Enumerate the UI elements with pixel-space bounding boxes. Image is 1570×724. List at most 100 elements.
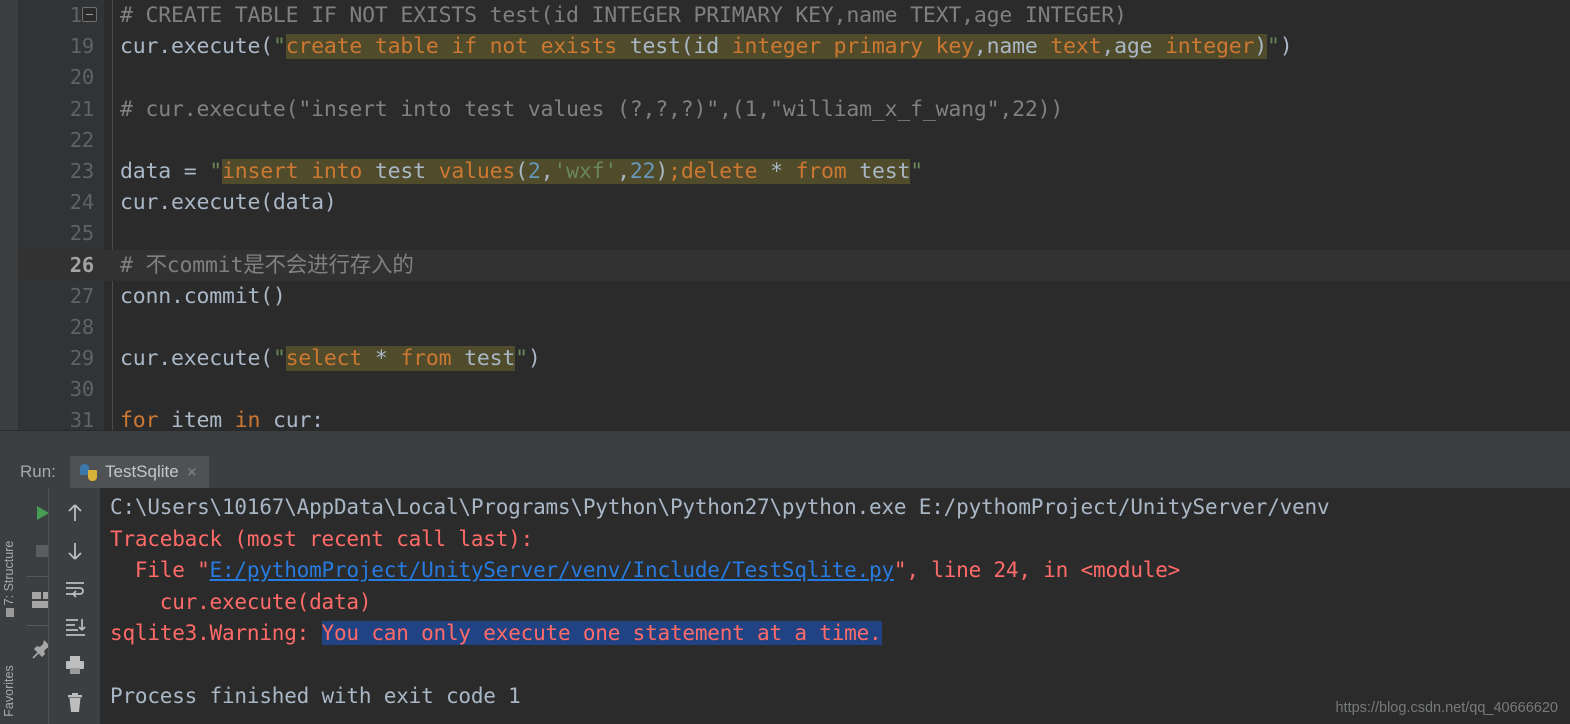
code-token: integer primary key bbox=[731, 34, 974, 60]
console-text: File " bbox=[110, 558, 210, 582]
code-token: " bbox=[910, 158, 924, 184]
code-line[interactable]: data = "insert into test values(2,'wxf',… bbox=[104, 156, 1570, 187]
line-number: 21 bbox=[69, 96, 94, 121]
code-token: data = bbox=[120, 158, 210, 184]
code-line[interactable]: # cur.execute("insert into test values (… bbox=[104, 94, 1570, 125]
console-line: sqlite3.Warning: You can only execute on… bbox=[100, 618, 1570, 650]
code-token: ,name bbox=[973, 34, 1051, 60]
code-token: values bbox=[438, 158, 516, 184]
code-line[interactable]: cur.execute("create table if not exists … bbox=[104, 31, 1570, 62]
tab-label: TestSqlite bbox=[105, 462, 179, 481]
code-token: ) bbox=[1279, 34, 1293, 60]
code-token: cur.execute( bbox=[120, 34, 273, 60]
run-window-label: Run: bbox=[20, 462, 56, 481]
code-token: cur.execute(data) bbox=[120, 190, 337, 216]
code-line[interactable]: # CREATE TABLE IF NOT EXISTS test(id INT… bbox=[104, 0, 1570, 31]
scroll-to-end-button[interactable] bbox=[58, 610, 92, 644]
code-token: select bbox=[285, 346, 375, 372]
editor-left-strip bbox=[0, 0, 18, 430]
code-token: * bbox=[374, 346, 401, 372]
console-text: Process finished with exit code 1 bbox=[110, 684, 521, 708]
structure-label: 7: Structure bbox=[2, 540, 16, 606]
code-line[interactable]: conn.commit() bbox=[104, 281, 1570, 312]
code-token: test bbox=[374, 158, 439, 184]
python-icon bbox=[80, 463, 97, 481]
code-token: 2 bbox=[527, 158, 541, 184]
code-token: 22 bbox=[629, 158, 656, 184]
up-the-stack-button[interactable] bbox=[58, 496, 92, 530]
code-token: cur.execute( bbox=[120, 346, 273, 372]
code-line[interactable]: # 不commit是不会进行存入的 bbox=[104, 249, 1570, 281]
console-line: Traceback (most recent call last): bbox=[100, 524, 1570, 556]
console-line: cur.execute(data) bbox=[100, 587, 1570, 619]
code-token: , bbox=[540, 158, 554, 184]
console-line: C:\Users\10167\AppData\Local\Programs\Py… bbox=[100, 492, 1570, 524]
code-line[interactable] bbox=[104, 218, 1570, 249]
code-line[interactable] bbox=[104, 62, 1570, 93]
line-number: 19 bbox=[69, 34, 94, 59]
panel-splitter[interactable] bbox=[0, 430, 1570, 456]
code-token: from bbox=[400, 346, 465, 372]
line-number: 27 bbox=[69, 283, 94, 308]
file-link[interactable]: E:/pythomProject/UnityServer/venv/Includ… bbox=[210, 558, 895, 582]
code-token: create table if not exists bbox=[285, 34, 630, 60]
code-token: item bbox=[170, 408, 235, 430]
down-the-stack-button[interactable] bbox=[58, 534, 92, 568]
code-token: in bbox=[234, 408, 273, 430]
line-number: 28 bbox=[69, 314, 94, 339]
code-token: * bbox=[770, 158, 796, 184]
code-editor[interactable]: 1819202122232425262728293031 # CREATE TA… bbox=[0, 0, 1570, 430]
console-output[interactable]: C:\Users\10167\AppData\Local\Programs\Py… bbox=[100, 488, 1570, 724]
code-token: # 不commit是不会进行存入的 bbox=[120, 252, 414, 278]
clear-all-button[interactable] bbox=[58, 686, 92, 720]
favorites-label: Favorites bbox=[2, 665, 16, 717]
line-number: 20 bbox=[69, 65, 94, 90]
code-token: ) bbox=[1254, 34, 1268, 60]
run-toolbar-secondary bbox=[48, 488, 100, 724]
print-button[interactable] bbox=[58, 648, 92, 682]
line-number-gutter[interactable]: 1819202122232425262728293031 bbox=[18, 0, 104, 430]
code-token: for bbox=[120, 408, 171, 430]
close-icon[interactable]: × bbox=[187, 462, 197, 482]
console-text: cur.execute(data) bbox=[110, 589, 372, 614]
code-line[interactable] bbox=[104, 312, 1570, 343]
code-text-area[interactable]: # CREATE TABLE IF NOT EXISTS test(id INT… bbox=[104, 0, 1570, 430]
code-token: ,age bbox=[1101, 34, 1166, 60]
console-text: ", line 24, in <module> bbox=[893, 558, 1181, 582]
code-line[interactable] bbox=[104, 125, 1570, 156]
code-token: # CREATE TABLE IF NOT EXISTS test(id INT… bbox=[120, 3, 1127, 28]
code-line[interactable]: for item in cur: bbox=[104, 405, 1570, 430]
code-token: , bbox=[617, 158, 630, 184]
sidebar-item-structure[interactable]: 7: Structure bbox=[2, 534, 16, 624]
code-fold-icon[interactable] bbox=[82, 7, 97, 22]
code-line[interactable]: cur.execute(data) bbox=[104, 187, 1570, 218]
code-line[interactable] bbox=[104, 374, 1570, 405]
code-token: cur: bbox=[272, 408, 324, 430]
run-tool-window: Run: TestSqlite × 7: Structure Favorites bbox=[0, 456, 1570, 724]
line-number: 30 bbox=[69, 377, 94, 402]
console-text: You can only execute one statement at a … bbox=[321, 621, 882, 645]
code-token: delete bbox=[680, 158, 771, 184]
console-text: Traceback (most recent call last): bbox=[110, 526, 534, 551]
code-token: test(id bbox=[629, 34, 732, 60]
line-number: 22 bbox=[69, 127, 94, 152]
ide-window: 1819202122232425262728293031 # CREATE TA… bbox=[0, 0, 1570, 724]
line-number: 31 bbox=[69, 408, 94, 430]
code-token: " bbox=[515, 346, 528, 372]
code-token: conn.commit() bbox=[120, 283, 286, 309]
tab-testsqlite[interactable]: TestSqlite × bbox=[70, 456, 209, 488]
code-token: 'wxf' bbox=[553, 158, 618, 184]
code-token: test bbox=[859, 158, 911, 184]
code-line[interactable]: cur.execute("select * from test") bbox=[104, 343, 1570, 374]
console-text: sqlite3.Warning: bbox=[110, 621, 322, 645]
line-number: 29 bbox=[69, 346, 94, 371]
line-number: 23 bbox=[69, 158, 94, 183]
line-number: 25 bbox=[69, 221, 94, 246]
sidebar-item-favorites[interactable]: Favorites bbox=[2, 646, 16, 724]
code-token: from bbox=[795, 158, 860, 184]
watermark-text: https://blog.csdn.net/qq_40666620 bbox=[1335, 700, 1558, 716]
code-token: insert into bbox=[221, 158, 375, 184]
soft-wrap-button[interactable] bbox=[58, 572, 92, 606]
structure-icon bbox=[6, 608, 14, 618]
